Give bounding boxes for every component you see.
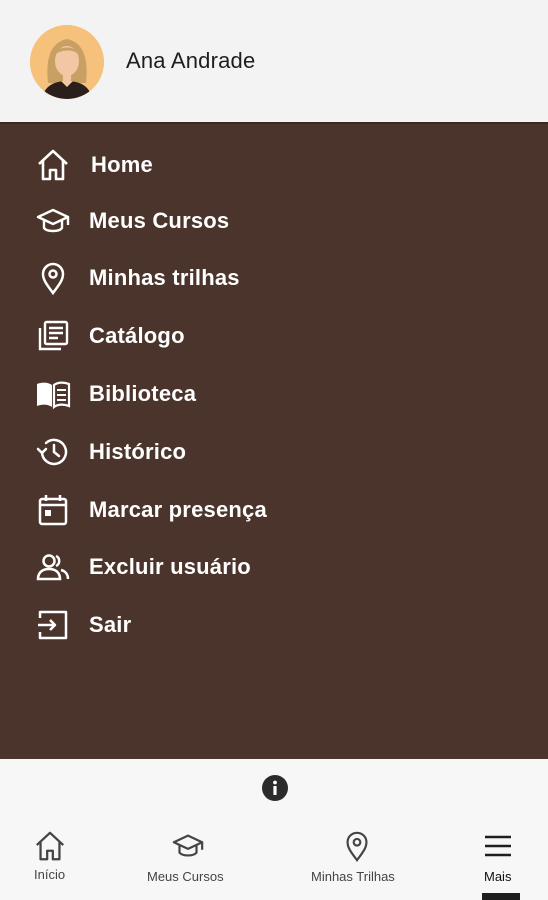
menu-item-label: Home xyxy=(91,152,153,177)
nav-item-inicio[interactable]: Início xyxy=(20,817,82,900)
user-name: Ana Andrade xyxy=(126,48,256,73)
logout-icon xyxy=(35,607,71,643)
avatar[interactable] xyxy=(30,25,104,99)
menu-item-label: Biblioteca xyxy=(89,381,197,406)
menu-item-historico[interactable]: Histórico xyxy=(0,427,548,477)
menu-item-label: Excluir usuário xyxy=(89,554,251,579)
menu-item-catalogo[interactable]: Catálogo xyxy=(0,311,548,361)
avatar-illustration xyxy=(30,25,104,99)
location-pin-icon xyxy=(339,829,375,868)
info-row xyxy=(0,759,548,817)
home-icon xyxy=(35,147,71,183)
menu-item-home[interactable]: Home xyxy=(0,140,548,190)
menu-item-label: Meus Cursos xyxy=(89,208,230,233)
bottom-navigation: Início Meus Cursos Minhas Trilhas Mais xyxy=(0,817,548,900)
profile-header: Ana Andrade xyxy=(0,0,548,124)
menu-item-sair[interactable]: Sair xyxy=(0,600,548,650)
location-pin-icon xyxy=(35,260,71,296)
history-icon xyxy=(35,434,71,470)
menu-item-minhas-trilhas[interactable]: Minhas trilhas xyxy=(0,253,548,303)
graduation-cap-icon xyxy=(170,829,206,868)
nav-label: Mais xyxy=(484,869,512,884)
catalog-icon xyxy=(35,318,71,354)
nav-label: Meus Cursos xyxy=(147,869,224,884)
menu-item-label: Sair xyxy=(89,612,132,637)
menu-item-label: Minhas trilhas xyxy=(89,265,240,290)
menu-item-marcar-presenca[interactable]: Marcar presença xyxy=(0,485,548,535)
calendar-icon xyxy=(35,492,71,528)
hamburger-menu-icon xyxy=(482,831,514,866)
nav-label: Início xyxy=(34,867,66,882)
nav-item-meus-cursos[interactable]: Meus Cursos xyxy=(140,817,236,900)
menu-item-label: Histórico xyxy=(89,439,187,464)
nav-item-minhas-trilhas[interactable]: Minhas Trilhas xyxy=(305,817,409,900)
side-menu: Home Meus Cursos Minhas trilhas Catálogo… xyxy=(0,124,548,759)
graduation-cap-icon xyxy=(35,203,71,239)
menu-item-meus-cursos[interactable]: Meus Cursos xyxy=(0,196,548,246)
menu-item-excluir-usuario[interactable]: Excluir usuário xyxy=(0,542,548,592)
menu-item-label: Catálogo xyxy=(89,323,185,348)
home-icon xyxy=(32,829,68,868)
book-icon xyxy=(35,376,71,412)
users-icon xyxy=(35,549,71,585)
nav-item-mais[interactable]: Mais xyxy=(476,817,524,900)
menu-item-biblioteca[interactable]: Biblioteca xyxy=(0,369,548,419)
nav-label: Minhas Trilhas xyxy=(311,869,395,884)
active-tab-indicator xyxy=(482,893,520,900)
menu-item-label: Marcar presença xyxy=(89,497,267,522)
info-icon[interactable] xyxy=(262,775,288,801)
